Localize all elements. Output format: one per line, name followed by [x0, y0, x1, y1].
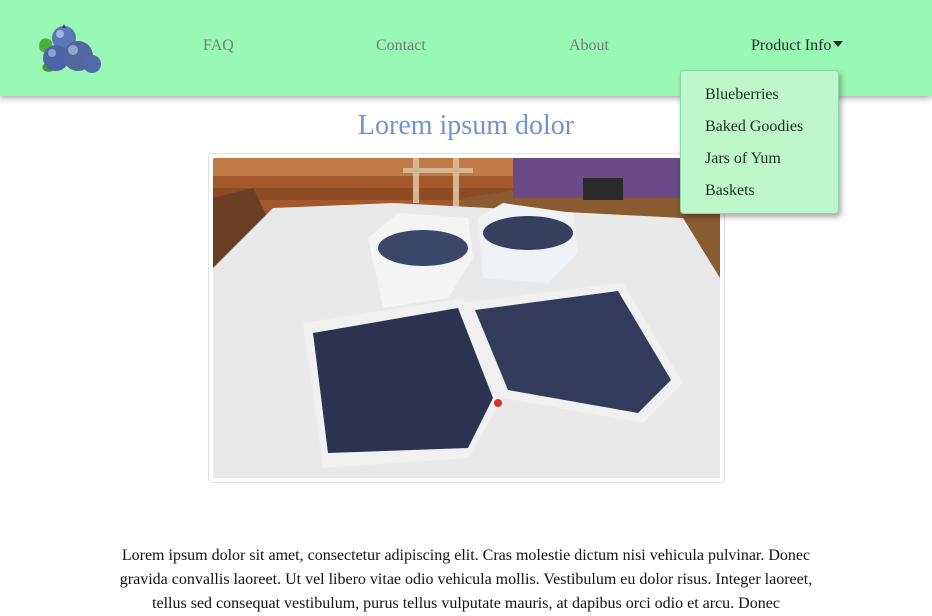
caret-down-icon	[833, 41, 844, 47]
nav-dropdown-product-info[interactable]: Product Info	[751, 37, 844, 55]
nav-link-about[interactable]: About	[569, 37, 609, 55]
blueberry-logo-icon[interactable]	[34, 20, 104, 76]
menu-item-blueberries[interactable]: Blueberries	[681, 80, 838, 112]
menu-item-jars-of-yum[interactable]: Jars of Yum	[681, 144, 838, 176]
product-info-menu: Blueberries Baked Goodies Jars of Yum Ba…	[680, 70, 839, 214]
menu-item-baskets[interactable]: Baskets	[681, 176, 838, 208]
menu-item-baked-goodies[interactable]: Baked Goodies	[681, 112, 838, 144]
blueberries-photo	[213, 158, 720, 478]
nav-link-faq[interactable]: FAQ	[203, 37, 234, 55]
body-paragraph: Lorem ipsum dolor sit amet, consectetur …	[119, 547, 813, 612]
product-info-label: Product Info	[751, 37, 832, 54]
photo-frame	[208, 153, 725, 483]
nav-link-contact[interactable]: Contact	[376, 37, 426, 55]
